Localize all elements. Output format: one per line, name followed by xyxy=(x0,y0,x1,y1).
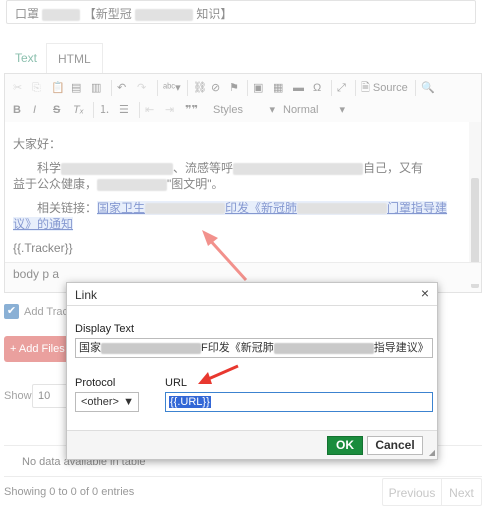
display-text-label: Display Text xyxy=(75,323,135,335)
display-text-value: 指导建议》 xyxy=(373,342,429,354)
cancel-button[interactable]: Cancel xyxy=(367,436,423,455)
url-label: URL xyxy=(165,377,188,389)
url-input[interactable]: {{.URL}} xyxy=(165,392,433,412)
display-text-value: F印发《新冠肺 xyxy=(201,342,274,354)
dialog-header: Link × xyxy=(67,283,437,306)
dialog-footer: OK Cancel ◢ xyxy=(67,430,437,459)
url-value: {{.URL}} xyxy=(169,396,211,408)
chevron-down-icon: ▼ xyxy=(123,396,134,408)
display-text-input[interactable]: 国家 F印发《新冠肺 指导建议》 xyxy=(75,338,433,358)
protocol-select[interactable]: <other> ▼ xyxy=(75,392,139,412)
protocol-label: Protocol xyxy=(75,377,116,389)
close-icon[interactable]: × xyxy=(421,285,429,301)
dialog-title: Link xyxy=(75,288,98,302)
blurred-text xyxy=(101,342,201,354)
display-text-value: 国家 xyxy=(79,342,101,354)
resize-handle-icon[interactable]: ◢ xyxy=(429,448,435,457)
ok-button[interactable]: OK xyxy=(327,436,363,455)
link-dialog: Link × Display Text 国家 F印发《新冠肺 指导建议》 Proto… xyxy=(66,282,438,460)
blurred-text xyxy=(273,342,374,354)
annotation-arrow xyxy=(198,364,239,384)
protocol-value: <other> xyxy=(81,396,119,408)
